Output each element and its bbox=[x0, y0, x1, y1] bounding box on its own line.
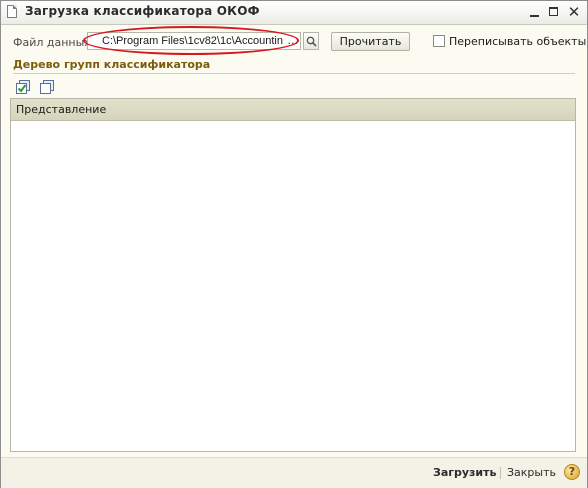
check-all-icon bbox=[16, 80, 30, 94]
footer-separator bbox=[500, 467, 501, 479]
file-label: Файл данных: bbox=[13, 36, 95, 49]
footer-bar: Загрузить Закрыть ? bbox=[1, 457, 587, 488]
column-presentation[interactable]: Представление bbox=[16, 103, 106, 116]
overwrite-checkbox[interactable] bbox=[433, 35, 445, 47]
overwrite-label[interactable]: Переписывать объекты bbox=[449, 35, 586, 48]
load-button[interactable]: Загрузить bbox=[433, 466, 496, 479]
title-bar[interactable]: Загрузка классификатора ОКОФ ✕ bbox=[1, 1, 587, 25]
read-button[interactable]: Прочитать bbox=[331, 32, 410, 51]
maximize-button[interactable] bbox=[546, 4, 562, 20]
choose-file-button[interactable]: ... bbox=[288, 34, 299, 47]
dialog-window: Загрузка классификатора ОКОФ ✕ Файл данн… bbox=[0, 0, 588, 488]
window-title: Загрузка классификатора ОКОФ bbox=[25, 4, 260, 18]
section-title: Дерево групп классификатора bbox=[13, 58, 211, 71]
tree-header: Представление bbox=[11, 99, 575, 121]
uncheck-all-button[interactable] bbox=[39, 79, 55, 95]
file-path-value: C:\Program Files\1cv82\1c\Accountin bbox=[102, 35, 283, 47]
close-button[interactable]: Закрыть bbox=[507, 466, 556, 479]
check-all-button[interactable] bbox=[15, 79, 31, 95]
file-path-input[interactable]: C:\Program Files\1cv82\1c\Accountin ... bbox=[87, 32, 301, 50]
uncheck-all-icon bbox=[40, 80, 54, 94]
document-icon bbox=[7, 5, 17, 18]
section-divider bbox=[13, 73, 575, 74]
minimize-button[interactable] bbox=[527, 4, 543, 20]
minimize-icon bbox=[530, 15, 539, 17]
magnifier-icon bbox=[306, 36, 317, 47]
maximize-icon bbox=[549, 7, 558, 16]
help-icon[interactable]: ? bbox=[564, 464, 580, 480]
classifier-tree[interactable]: Представление bbox=[10, 98, 576, 452]
close-window-button[interactable]: ✕ bbox=[566, 4, 582, 20]
open-file-button[interactable] bbox=[303, 32, 319, 50]
